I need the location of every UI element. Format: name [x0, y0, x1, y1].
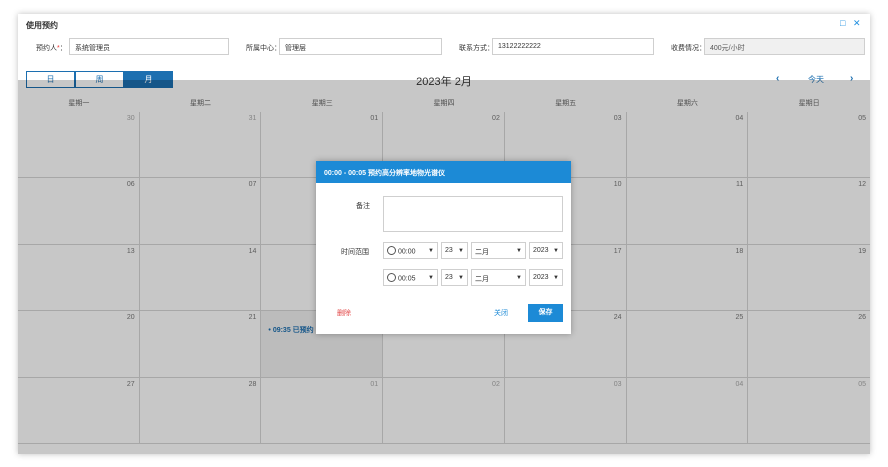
- caret-down-icon: ▼: [553, 275, 559, 281]
- close-button[interactable]: 关闭: [494, 308, 508, 318]
- start-day-select[interactable]: 23 ▼: [441, 242, 468, 259]
- caret-down-icon: ▼: [428, 275, 434, 281]
- window-title: 使用预约: [26, 21, 58, 30]
- caret-down-icon: ▼: [516, 275, 522, 281]
- contact-field[interactable]: 13122222222: [492, 38, 654, 55]
- booking-form: 预约人*： 系统管理员 所属中心： 管理层 联系方式： 13122222222 …: [18, 38, 870, 58]
- clock-icon: [387, 246, 396, 255]
- close-icon[interactable]: ✕: [853, 18, 861, 29]
- caret-down-icon: ▼: [458, 275, 464, 281]
- save-button[interactable]: 保存: [528, 304, 563, 322]
- clock-icon: [387, 273, 396, 282]
- time-range-label: 时间范围: [341, 249, 369, 256]
- end-year-select[interactable]: 2023 ▼: [529, 269, 563, 286]
- booker-field[interactable]: 系统管理员: [69, 38, 229, 55]
- fee-label: 收费情况：: [671, 45, 706, 52]
- caret-down-icon: ▼: [458, 248, 464, 254]
- start-time-select[interactable]: 00:00 ▼: [383, 242, 438, 259]
- caret-down-icon: ▼: [516, 248, 522, 254]
- booking-dialog: 00:00 - 00:05 预约高分辨率地物光谱仪 备注 时间范围 00:00 ▼…: [316, 161, 571, 334]
- booker-label: 预约人*：: [36, 45, 67, 52]
- fee-field: 400元/小时: [704, 38, 865, 55]
- delete-button[interactable]: 删除: [337, 308, 351, 318]
- booking-window: 使用预约 □ ✕ 预约人*： 系统管理员 所属中心： 管理层 联系方式： 131…: [18, 14, 870, 454]
- start-year-select[interactable]: 2023 ▼: [529, 242, 563, 259]
- end-month-select[interactable]: 二月 ▼: [471, 269, 526, 286]
- center-label: 所属中心：: [246, 45, 281, 52]
- note-textarea[interactable]: [383, 196, 563, 232]
- caret-down-icon: ▼: [428, 248, 434, 254]
- end-day-select[interactable]: 23 ▼: [441, 269, 468, 286]
- restore-icon[interactable]: □: [840, 18, 845, 28]
- dialog-title: 00:00 - 00:05 预约高分辨率地物光谱仪: [316, 161, 571, 183]
- end-time-select[interactable]: 00:05 ▼: [383, 269, 438, 286]
- caret-down-icon: ▼: [553, 248, 559, 254]
- start-month-select[interactable]: 二月 ▼: [471, 242, 526, 259]
- center-field[interactable]: 管理层: [279, 38, 442, 55]
- note-label: 备注: [356, 203, 370, 210]
- contact-label: 联系方式：: [459, 45, 494, 52]
